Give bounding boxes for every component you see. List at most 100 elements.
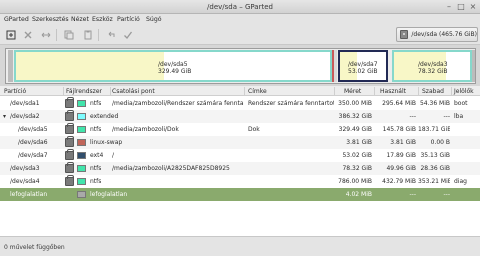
toolbar-separator [56, 29, 57, 41]
table-row-selected[interactable]: lefoglalatlan lefoglalatlan 4.02 MiB ---… [0, 188, 480, 201]
column-flags[interactable]: Jelölők [454, 88, 474, 95]
column-label[interactable]: Címke [248, 88, 267, 95]
column-partition[interactable]: Partíció [4, 88, 26, 95]
fs-color-swatch [77, 126, 86, 133]
cell-filesystem: ntfs [90, 165, 102, 172]
cell-free: 353.21 MiB [418, 178, 450, 185]
lock-icon [65, 162, 74, 173]
pending-operations-status: 0 művelet függőben [4, 244, 65, 251]
cell-used: 49.96 GiB [386, 165, 416, 172]
cell-size: 4.02 MiB [345, 191, 372, 198]
map-sda1-segment[interactable] [8, 50, 13, 82]
fs-color-swatch [77, 113, 86, 120]
collapse-arrow-icon[interactable]: ▾ [3, 113, 6, 120]
cell-label: Dok [248, 126, 260, 133]
menu-view[interactable]: Nézet [71, 16, 89, 23]
cell-filesystem: extended [90, 113, 119, 120]
lock-icon [65, 149, 74, 160]
cell-partition: /dev/sda3 [10, 165, 40, 172]
menu-gparted[interactable]: GParted [4, 16, 29, 23]
column-used[interactable]: Használt [380, 88, 406, 95]
cell-partition: /dev/sda5 [18, 126, 48, 133]
cell-used: 432.79 MiB [382, 178, 416, 185]
partition-table: Partíció Fájlrendszer Csatolási pont Cím… [0, 86, 480, 236]
cell-free: 35.13 GiB [420, 152, 450, 159]
cell-size: 53.02 GiB [342, 152, 372, 159]
cell-used: 17.89 GiB [386, 152, 416, 159]
delete-icon[interactable] [22, 29, 34, 41]
cell-partition: /dev/sda1 [10, 100, 40, 107]
map-sda5-label: /dev/sda5 329.49 GiB [158, 61, 192, 75]
map-sda3-label: /dev/sda3 78.32 GiB [418, 61, 448, 75]
table-header: Partíció Fájlrendszer Csatolási pont Cím… [0, 86, 480, 96]
menu-partition[interactable]: Partíció [117, 16, 140, 23]
fs-color-swatch [77, 139, 86, 146]
cell-filesystem: lefoglalatlan [90, 191, 128, 198]
cell-free: 183.71 GiB [418, 126, 450, 133]
close-button[interactable]: × [468, 2, 478, 12]
copy-icon[interactable] [63, 29, 75, 41]
menu-edit[interactable]: Szerkesztés [32, 16, 69, 23]
minimize-button[interactable]: – [444, 2, 454, 12]
cell-mountpoint: /media/zambozoli/A2825DAF825D8925 [112, 165, 230, 172]
cell-filesystem: ext4 [90, 152, 104, 159]
undo-icon[interactable] [105, 29, 117, 41]
cell-used: --- [409, 191, 417, 198]
cell-free: 0.00 B [430, 139, 450, 146]
cell-filesystem: linux-swap [90, 139, 123, 146]
fs-color-swatch [77, 191, 86, 198]
maximize-button[interactable]: □ [456, 2, 466, 12]
cell-flags: diag [454, 178, 467, 185]
map-sda5-segment[interactable]: /dev/sda5 329.49 GiB [14, 50, 332, 82]
device-selector[interactable]: /dev/sda (465.76 GiB) [396, 27, 478, 42]
cell-label: Rendszer számára fenntartott [248, 100, 334, 107]
cell-free: 28.36 GiB [420, 165, 450, 172]
map-sda3-segment[interactable]: /dev/sda3 78.32 GiB [392, 50, 472, 82]
cell-size: 350.00 MiB [338, 100, 372, 107]
window-title: /dev/sda – GParted [207, 3, 273, 11]
fs-color-swatch [77, 152, 86, 159]
table-row[interactable]: /dev/sda4 ntfs 786.00 MiB 432.79 MiB 353… [0, 175, 480, 188]
map-sda7-segment[interactable]: /dev/sda7 53.02 GiB [338, 50, 388, 82]
table-row[interactable]: ▾ /dev/sda2 extended 386.32 GiB --- --- … [0, 110, 480, 123]
cell-free: --- [443, 113, 451, 120]
table-row[interactable]: /dev/sda5 ntfs /media/zambozoli/Dok Dok … [0, 123, 480, 136]
hard-disk-icon [400, 30, 409, 39]
menu-device[interactable]: Eszköz [92, 16, 113, 23]
cell-mountpoint: /media/zambozoli/Dok [112, 126, 179, 133]
cell-used: 295.64 MiB [382, 100, 416, 107]
cell-size: 3.81 GiB [346, 139, 372, 146]
resize-move-icon[interactable] [40, 29, 52, 41]
device-selector-label: /dev/sda (465.76 GiB) [411, 31, 477, 38]
map-sda5-used [16, 52, 164, 80]
column-filesystem[interactable]: Fájlrendszer [66, 88, 102, 95]
table-row[interactable]: /dev/sda3 ntfs /media/zambozoli/A2825DAF… [0, 162, 480, 175]
title-bar: /dev/sda – GParted – □ × [0, 0, 480, 14]
cell-flags: boot [454, 100, 468, 107]
cell-used: 3.81 GiB [390, 139, 416, 146]
table-row[interactable]: /dev/sda6 linux-swap 3.81 GiB 3.81 GiB 0… [0, 136, 480, 149]
new-partition-icon[interactable] [5, 29, 17, 41]
menu-help[interactable]: Súgó [146, 16, 162, 23]
cell-size: 78.32 GiB [342, 165, 372, 172]
cell-flags: lba [454, 113, 464, 120]
table-row[interactable]: /dev/sda7 ext4 / 53.02 GiB 17.89 GiB 35.… [0, 149, 480, 162]
cell-size: 786.00 MiB [338, 178, 372, 185]
lock-icon [65, 110, 74, 121]
table-row[interactable]: /dev/sda1 ntfs /media/zambozoli/Rendszer… [0, 97, 480, 110]
lock-icon [65, 97, 74, 108]
apply-icon[interactable] [122, 29, 134, 41]
column-mountpoint[interactable]: Csatolási pont [112, 88, 155, 95]
cell-filesystem: ntfs [90, 178, 102, 185]
lock-icon [65, 175, 74, 186]
menu-bar: GParted Szerkesztés Nézet Eszköz Partíci… [0, 14, 480, 25]
paste-icon[interactable] [82, 29, 94, 41]
lock-icon [65, 123, 74, 134]
cell-partition: lefoglalatlan [10, 191, 48, 198]
cell-size: 329.49 GiB [338, 126, 372, 133]
map-sda4-segment[interactable] [472, 50, 475, 82]
column-size[interactable]: Méret [344, 88, 361, 95]
cell-partition: /dev/sda6 [18, 139, 48, 146]
cell-size: 386.32 GiB [338, 113, 372, 120]
column-free[interactable]: Szabad [422, 88, 444, 95]
